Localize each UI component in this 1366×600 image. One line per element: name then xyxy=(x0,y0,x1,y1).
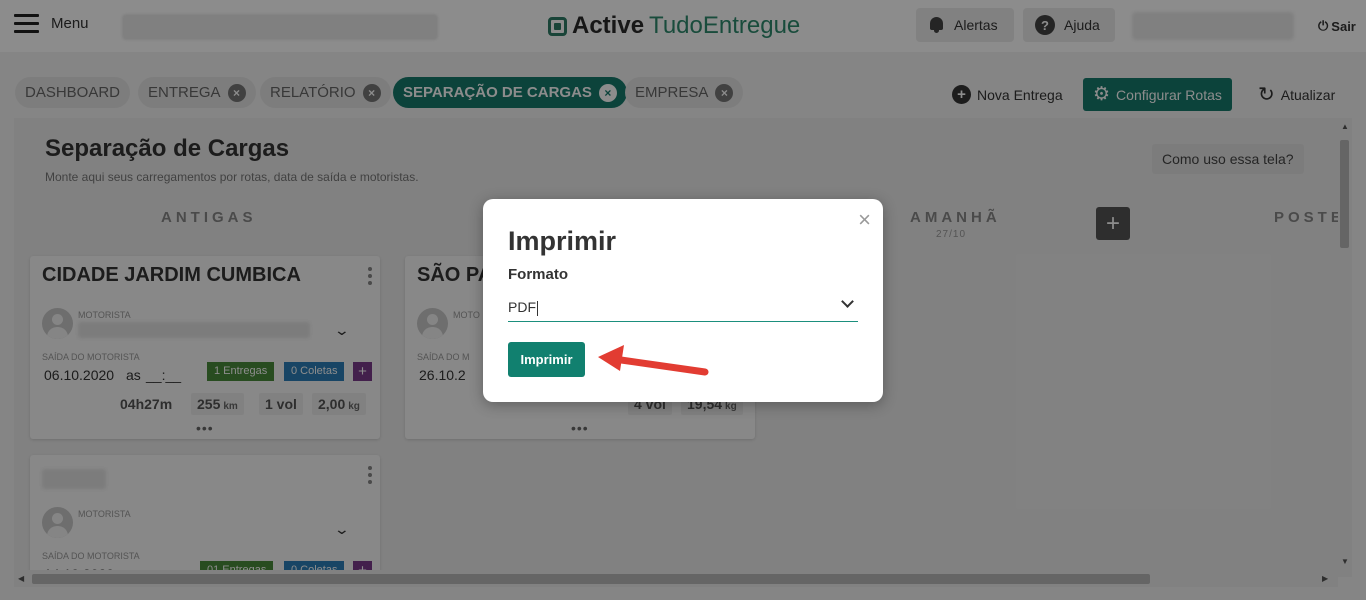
close-icon[interactable]: × xyxy=(858,209,871,231)
chevron-down-icon[interactable] xyxy=(841,295,854,308)
dialog-title: Imprimir xyxy=(508,226,617,256)
format-select[interactable]: PDF xyxy=(508,295,858,322)
text-cursor xyxy=(537,300,538,316)
format-value: PDF xyxy=(508,299,536,315)
print-button[interactable]: Imprimir xyxy=(508,342,585,377)
format-label: Formato xyxy=(508,266,568,283)
annotation-arrow xyxy=(598,345,709,376)
